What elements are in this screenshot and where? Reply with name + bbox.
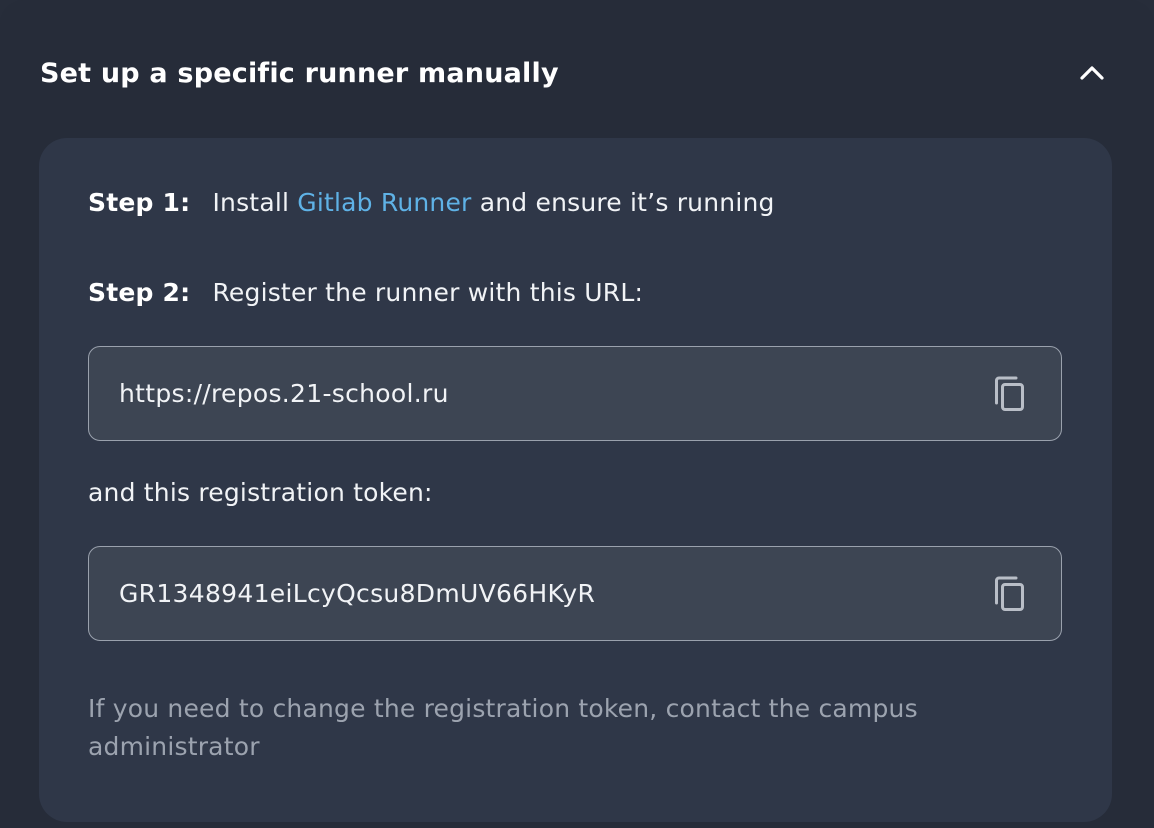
step-2-label: Step 2:	[88, 278, 191, 307]
copy-icon[interactable]	[991, 374, 1027, 414]
registration-token-value[interactable]: GR1348941eiLcyQcsu8DmUV66HKyR	[119, 579, 595, 608]
runner-url-value[interactable]: https://repos.21-school.ru	[119, 379, 449, 408]
step-1-label: Step 1:	[88, 188, 191, 217]
token-change-note: If you need to change the registration t…	[88, 694, 918, 761]
token-label: and this registration token:	[88, 478, 433, 507]
step-1: Step 1: Install Gitlab Runner and ensure…	[88, 188, 775, 217]
step-1-text-before: Install	[212, 188, 290, 217]
runner-url-field[interactable]: https://repos.21-school.ru	[88, 346, 1062, 441]
step-2: Step 2: Register the runner with this UR…	[88, 278, 643, 307]
step-2-text: Register the runner with this URL:	[212, 278, 644, 307]
copy-icon[interactable]	[991, 574, 1027, 614]
runner-setup-header[interactable]: Set up a specific runner manually	[40, 48, 1114, 98]
runner-instructions-card: Step 1: Install Gitlab Runner and ensure…	[39, 138, 1112, 822]
gitlab-runner-link[interactable]: Gitlab Runner	[297, 188, 471, 217]
step-1-text-after: and ensure it’s running	[479, 188, 775, 217]
chevron-up-icon[interactable]	[1072, 53, 1112, 93]
section-title: Set up a specific runner manually	[40, 57, 559, 89]
runner-setup-panel: Set up a specific runner manually Step 1…	[0, 0, 1154, 828]
registration-token-field[interactable]: GR1348941eiLcyQcsu8DmUV66HKyR	[88, 546, 1062, 641]
